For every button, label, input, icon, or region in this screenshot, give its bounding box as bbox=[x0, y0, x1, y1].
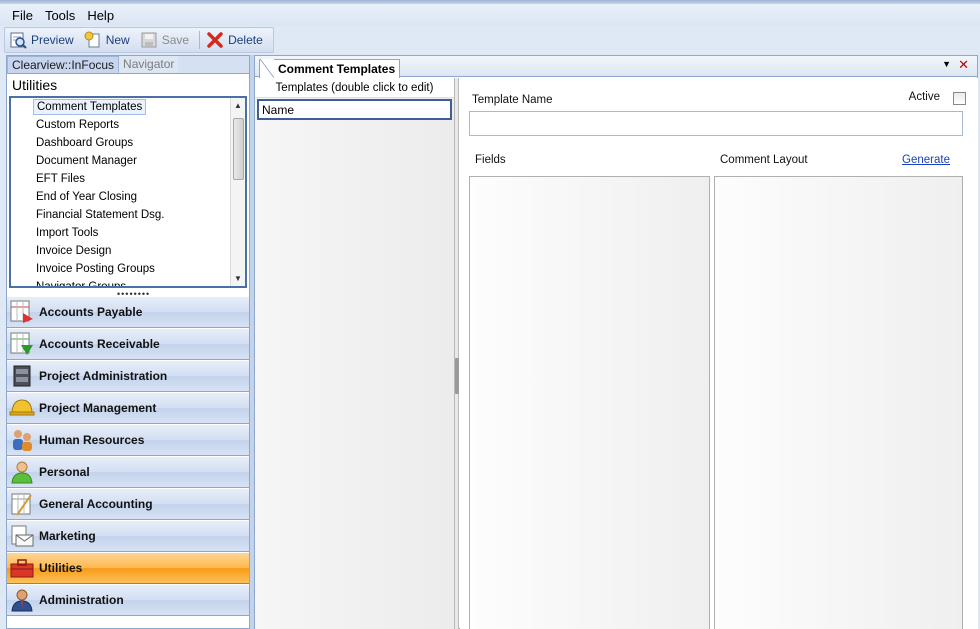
templates-pane: Templates (double click to edit) Name bbox=[255, 78, 455, 629]
accounts-receivable-icon bbox=[9, 331, 35, 357]
ledger-icon bbox=[9, 491, 35, 517]
nav-label: Accounts Payable bbox=[39, 305, 143, 319]
list-item[interactable]: Comment Templates bbox=[11, 98, 231, 116]
save-icon bbox=[140, 31, 158, 49]
save-label: Save bbox=[161, 33, 190, 47]
nav-label: General Accounting bbox=[39, 497, 153, 511]
toolbar: Preview New Save Delete bbox=[4, 27, 274, 53]
nav-general-accounting[interactable]: General Accounting bbox=[7, 488, 249, 520]
accounts-payable-icon bbox=[9, 299, 35, 325]
column-header-name[interactable]: Name bbox=[257, 99, 452, 120]
scroll-down-icon[interactable]: ▼ bbox=[231, 271, 245, 286]
nav-label: Accounts Receivable bbox=[39, 337, 160, 351]
close-icon[interactable]: ✕ bbox=[958, 57, 969, 73]
comment-layout-label: Comment Layout bbox=[720, 154, 808, 166]
list-item[interactable]: Financial Statement Dsg. bbox=[11, 206, 231, 224]
fields-list[interactable] bbox=[469, 176, 710, 629]
menu-bar: File Tools Help bbox=[0, 4, 980, 26]
template-editor: Template Name Active Fields Comment Layo… bbox=[460, 78, 978, 629]
envelope-icon bbox=[9, 523, 35, 549]
nav-accounts-payable[interactable]: Accounts Payable bbox=[7, 296, 249, 328]
nav-label: Human Resources bbox=[39, 433, 145, 447]
delete-button[interactable]: Delete bbox=[206, 31, 263, 49]
splitter-handle-icon[interactable] bbox=[455, 358, 459, 394]
document-area: Comment Templates ▼ ✕ Templates (double … bbox=[254, 55, 978, 629]
nav-human-resources[interactable]: Human Resources bbox=[7, 424, 249, 456]
tab-clearview-infocus[interactable]: Clearview::InFocus bbox=[7, 56, 120, 73]
document-tab-bar: Comment Templates ▼ ✕ bbox=[255, 56, 977, 78]
nav-button-stack: Accounts Payable Accounts Receivable Pro… bbox=[7, 296, 249, 616]
preview-icon bbox=[9, 31, 27, 49]
list-item[interactable]: Custom Reports bbox=[11, 116, 231, 134]
scroll-up-icon[interactable]: ▲ bbox=[231, 98, 245, 113]
templates-splitter[interactable] bbox=[455, 78, 459, 629]
toolbar-separator bbox=[199, 31, 201, 49]
hard-hat-icon bbox=[9, 395, 35, 421]
list-item[interactable]: End of Year Closing bbox=[11, 188, 231, 206]
tab-dropdown-icon[interactable]: ▼ bbox=[942, 59, 951, 69]
list-item[interactable]: Invoice Posting Groups bbox=[11, 260, 231, 278]
preview-label: Preview bbox=[31, 33, 74, 47]
nav-project-management[interactable]: Project Management bbox=[7, 392, 249, 424]
nav-label: Project Administration bbox=[39, 369, 168, 383]
template-name-input[interactable] bbox=[469, 111, 963, 136]
comment-layout-editor[interactable] bbox=[714, 176, 963, 629]
scroll-thumb[interactable] bbox=[233, 118, 244, 180]
nav-label: Utilities bbox=[39, 561, 83, 575]
nav-marketing[interactable]: Marketing bbox=[7, 520, 249, 552]
nav-project-administration[interactable]: Project Administration bbox=[7, 360, 249, 392]
generate-link[interactable]: Generate bbox=[902, 154, 950, 166]
section-title: Utilities bbox=[7, 74, 249, 96]
administrator-icon bbox=[9, 587, 35, 613]
left-panel-tabs: Clearview::InFocus Navigator bbox=[7, 56, 249, 74]
delete-label: Delete bbox=[228, 33, 263, 47]
nav-accounts-receivable[interactable]: Accounts Receivable bbox=[7, 328, 249, 360]
tab-navigator[interactable]: Navigator bbox=[119, 56, 179, 73]
new-button[interactable]: New bbox=[84, 31, 130, 49]
menu-tools[interactable]: Tools bbox=[39, 8, 81, 23]
template-name-label: Template Name bbox=[472, 94, 553, 106]
preview-button[interactable]: Preview bbox=[9, 31, 74, 49]
list-item[interactable]: Document Manager bbox=[11, 152, 231, 170]
list-item[interactable]: Dashboard Groups bbox=[11, 134, 231, 152]
nav-utilities[interactable]: Utilities bbox=[7, 552, 249, 584]
list-item[interactable]: Navigator Groups bbox=[11, 278, 231, 286]
toolbox-icon bbox=[9, 555, 35, 581]
save-button[interactable]: Save bbox=[140, 31, 189, 49]
list-item[interactable]: Import Tools bbox=[11, 224, 231, 242]
fields-label: Fields bbox=[475, 154, 506, 166]
list-item[interactable]: EFT Files bbox=[11, 170, 231, 188]
menu-help[interactable]: Help bbox=[81, 8, 120, 23]
nav-label: Marketing bbox=[39, 529, 96, 543]
person-icon bbox=[9, 459, 35, 485]
list-item[interactable]: Invoice Design bbox=[11, 242, 231, 260]
left-panel: Clearview::InFocus Navigator Utilities C… bbox=[6, 55, 250, 629]
nav-label: Personal bbox=[39, 465, 90, 479]
delete-icon bbox=[206, 31, 224, 49]
people-icon bbox=[9, 427, 35, 453]
templates-header: Templates (double click to edit) bbox=[255, 78, 454, 98]
nav-personal[interactable]: Personal bbox=[7, 456, 249, 488]
active-checkbox[interactable] bbox=[953, 92, 966, 105]
nav-label: Project Management bbox=[39, 401, 157, 415]
menu-file[interactable]: File bbox=[6, 8, 39, 23]
nav-administration[interactable]: Administration bbox=[7, 584, 249, 616]
tab-comment-templates[interactable]: Comment Templates bbox=[259, 59, 401, 78]
new-label: New bbox=[105, 33, 130, 47]
list-scrollbar[interactable]: ▲ ▼ bbox=[230, 98, 245, 286]
active-label: Active bbox=[908, 91, 940, 103]
filing-cabinet-icon bbox=[9, 363, 35, 389]
nav-label: Administration bbox=[39, 593, 124, 607]
new-icon bbox=[84, 31, 102, 49]
utilities-list[interactable]: Comment Templates Custom Reports Dashboa… bbox=[9, 96, 247, 288]
